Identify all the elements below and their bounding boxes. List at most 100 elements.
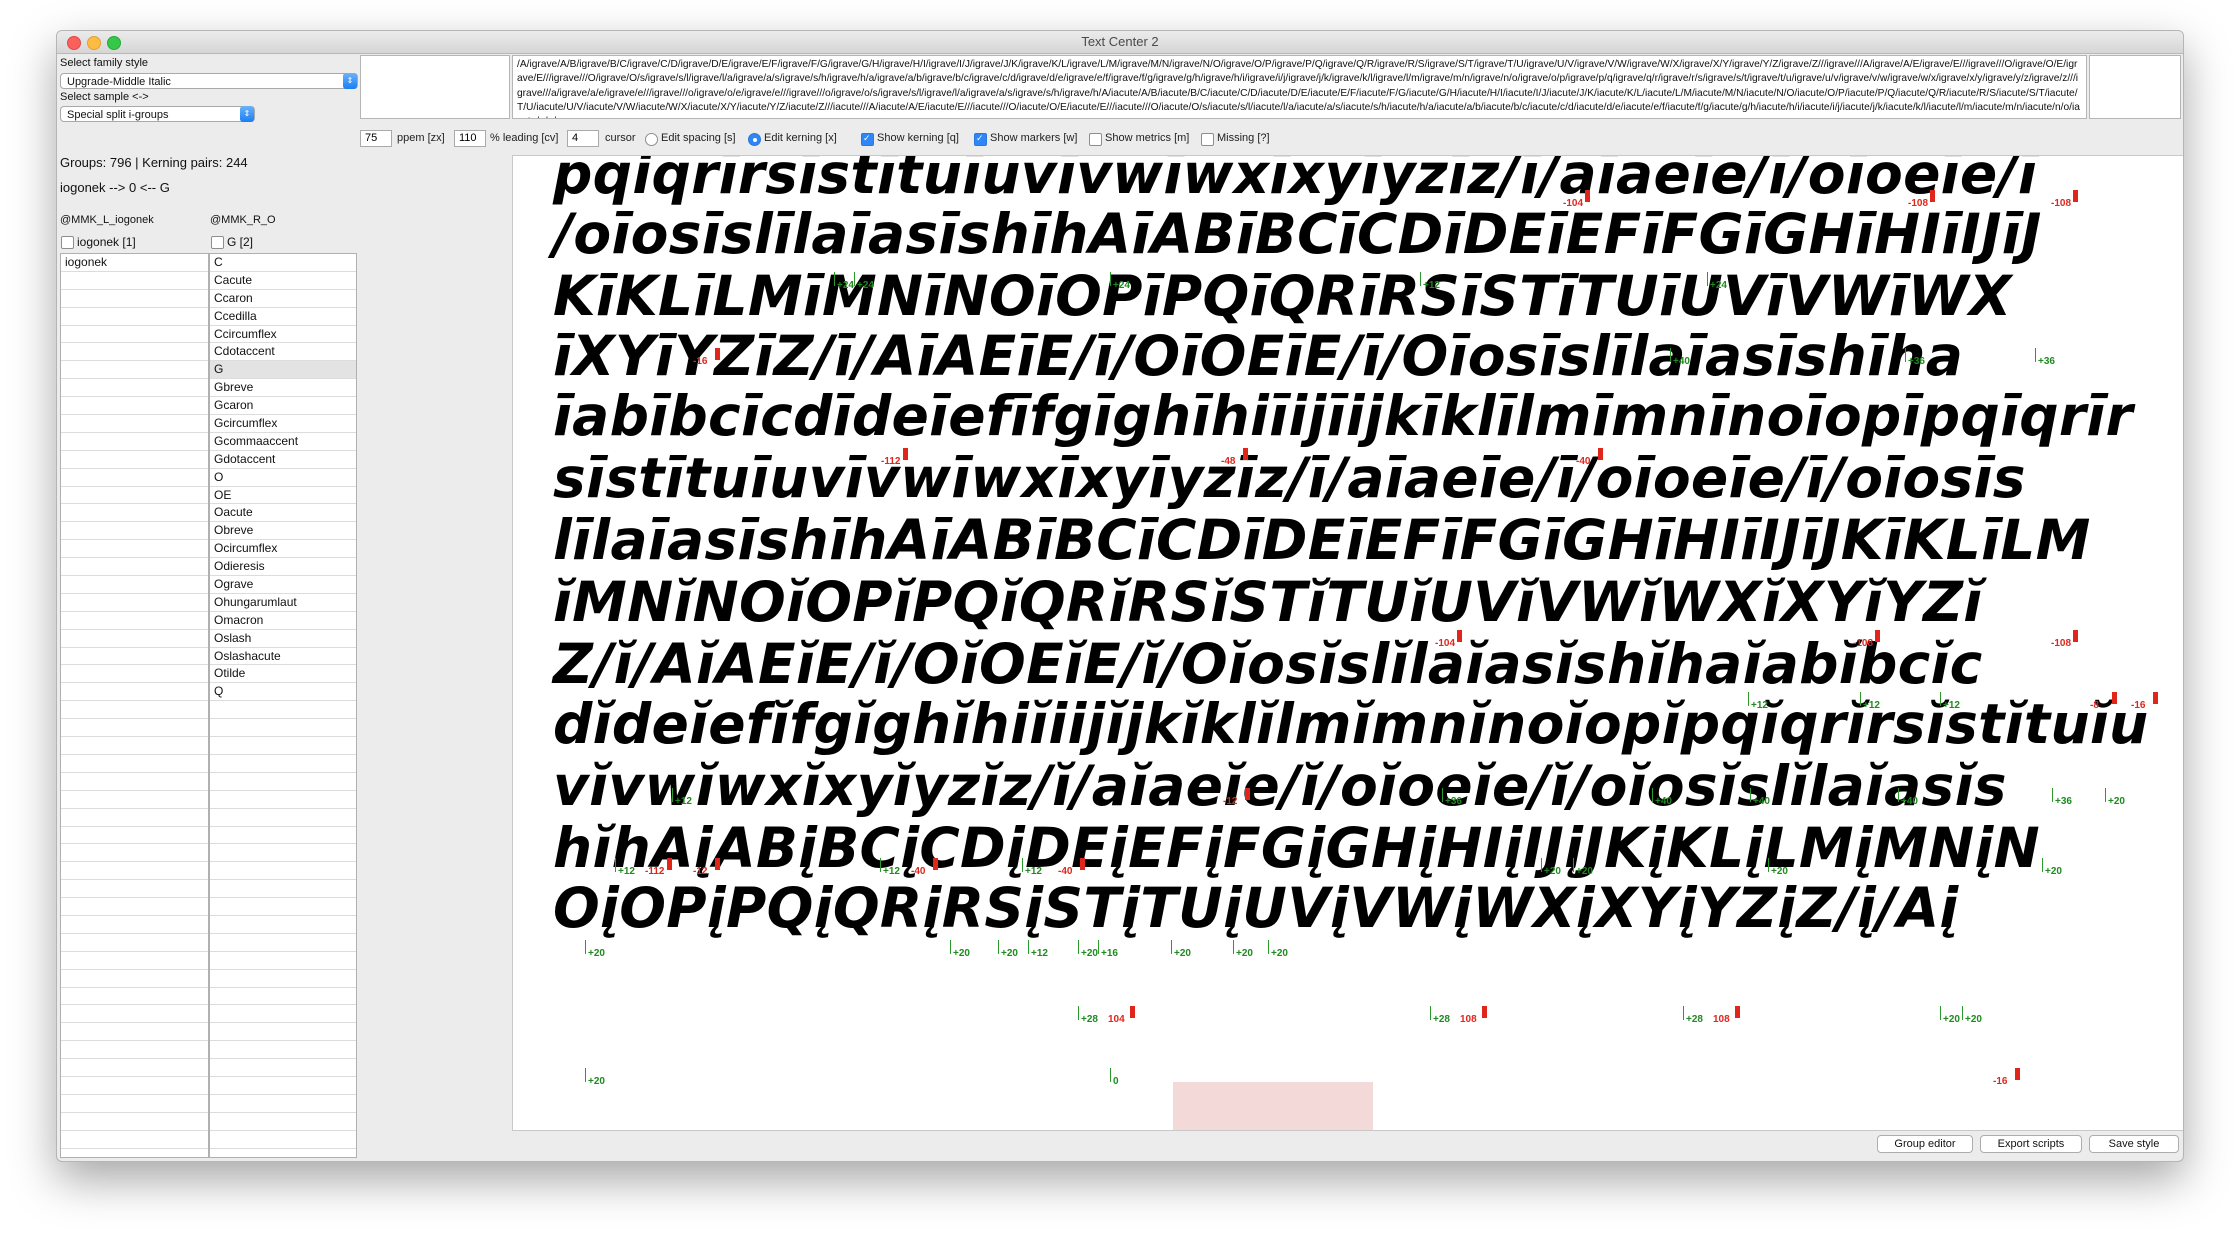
left-list-item[interactable] bbox=[61, 1077, 208, 1095]
left-list-item[interactable] bbox=[61, 773, 208, 791]
right-list-item[interactable]: Ccaron bbox=[210, 290, 356, 308]
right-list-item[interactable] bbox=[210, 916, 356, 934]
leading-input[interactable]: 110 bbox=[454, 130, 486, 147]
left-list-item[interactable] bbox=[61, 1059, 208, 1077]
right-context-field[interactable] bbox=[2089, 55, 2181, 119]
left-list-item[interactable] bbox=[61, 308, 208, 326]
right-list-item[interactable] bbox=[210, 719, 356, 738]
right-list-item[interactable] bbox=[210, 1041, 356, 1060]
left-list-item[interactable] bbox=[61, 326, 208, 344]
right-list-item[interactable]: Obreve bbox=[210, 522, 356, 541]
right-list-item[interactable] bbox=[210, 1059, 356, 1077]
left-list-item[interactable] bbox=[61, 397, 208, 416]
right-list-item[interactable]: Gdotaccent bbox=[210, 451, 356, 469]
edit-spacing-radio[interactable] bbox=[645, 133, 658, 146]
left-list-item[interactable] bbox=[61, 1005, 208, 1024]
left-list-item[interactable] bbox=[61, 934, 208, 952]
left-list-item[interactable] bbox=[61, 433, 208, 451]
left-list-item[interactable] bbox=[61, 648, 208, 666]
left-list-item[interactable] bbox=[61, 504, 208, 523]
left-list-item[interactable] bbox=[61, 952, 208, 970]
right-list-item[interactable] bbox=[210, 773, 356, 791]
right-list-item[interactable] bbox=[210, 737, 356, 755]
missing-checkbox[interactable] bbox=[1201, 133, 1214, 146]
right-list-item[interactable] bbox=[210, 809, 356, 827]
right-list-item[interactable]: Ograve bbox=[210, 576, 356, 594]
right-list-item[interactable]: Gbreve bbox=[210, 379, 356, 398]
group-editor-button[interactable]: Group editor bbox=[1877, 1135, 1973, 1153]
right-list-item[interactable]: Oacute bbox=[210, 504, 356, 523]
right-list-item[interactable]: Gcaron bbox=[210, 397, 356, 416]
left-context-field[interactable] bbox=[360, 55, 510, 119]
left-list-item[interactable] bbox=[61, 1041, 208, 1060]
left-list-item[interactable] bbox=[61, 683, 208, 702]
left-list-item[interactable] bbox=[61, 1113, 208, 1131]
right-list-item[interactable] bbox=[210, 755, 356, 773]
left-list-item[interactable] bbox=[61, 755, 208, 773]
left-list-item[interactable] bbox=[61, 880, 208, 899]
right-list-item[interactable]: Ccircumflex bbox=[210, 326, 356, 344]
export-scripts-button[interactable]: Export scripts bbox=[1980, 1135, 2082, 1153]
left-list-item[interactable] bbox=[61, 898, 208, 916]
left-list-item[interactable] bbox=[61, 701, 208, 720]
right-list-item[interactable]: Otilde bbox=[210, 665, 356, 684]
edit-kerning-radio[interactable] bbox=[748, 133, 761, 146]
right-list-item[interactable]: Gcircumflex bbox=[210, 415, 356, 433]
left-list-item[interactable] bbox=[61, 1095, 208, 1113]
right-list-item[interactable]: Cdotaccent bbox=[210, 343, 356, 362]
right-list-item[interactable]: Oslash bbox=[210, 630, 356, 648]
right-list-item[interactable] bbox=[210, 1023, 356, 1042]
left-list-item[interactable]: iogonek bbox=[61, 254, 208, 272]
left-list-item[interactable] bbox=[61, 988, 208, 1006]
left-list-item[interactable] bbox=[61, 844, 208, 863]
right-list-item[interactable] bbox=[210, 862, 356, 881]
right-list-item[interactable]: Q bbox=[210, 683, 356, 702]
right-list-item[interactable]: OE bbox=[210, 487, 356, 505]
left-list-item[interactable] bbox=[61, 1023, 208, 1042]
right-list-item[interactable]: Ohungarumlaut bbox=[210, 594, 356, 612]
show-metrics-checkbox[interactable] bbox=[1089, 133, 1102, 146]
left-list-item[interactable] bbox=[61, 522, 208, 541]
save-style-button[interactable]: Save style bbox=[2089, 1135, 2179, 1153]
left-list-item[interactable] bbox=[61, 1131, 208, 1149]
right-list-item[interactable]: Ocircumflex bbox=[210, 540, 356, 559]
right-list-item[interactable] bbox=[210, 1095, 356, 1113]
right-group-checkbox[interactable] bbox=[211, 236, 224, 249]
left-list-item[interactable] bbox=[61, 415, 208, 433]
left-list-item[interactable] bbox=[61, 737, 208, 755]
left-list-item[interactable] bbox=[61, 576, 208, 594]
left-list-item[interactable] bbox=[61, 862, 208, 881]
right-list-item[interactable] bbox=[210, 988, 356, 1006]
left-list-item[interactable] bbox=[61, 970, 208, 988]
left-group-checkbox[interactable] bbox=[61, 236, 74, 249]
right-list-item[interactable] bbox=[210, 701, 356, 720]
right-list-item[interactable] bbox=[210, 1131, 356, 1149]
left-list-item[interactable] bbox=[61, 558, 208, 577]
right-list-item[interactable] bbox=[210, 970, 356, 988]
right-list-item[interactable] bbox=[210, 844, 356, 863]
left-list-item[interactable] bbox=[61, 916, 208, 934]
family-style-select[interactable]: Upgrade-Middle Italic ⇕ bbox=[60, 73, 358, 89]
right-list-item[interactable]: Oslashacute bbox=[210, 648, 356, 666]
right-list-item[interactable]: Omacron bbox=[210, 612, 356, 630]
right-list-item[interactable] bbox=[210, 880, 356, 899]
right-list-item[interactable] bbox=[210, 934, 356, 952]
left-list-item[interactable] bbox=[61, 361, 208, 380]
left-list-item[interactable] bbox=[61, 379, 208, 398]
sample-select[interactable]: Special split i-groups ⇕ bbox=[60, 106, 255, 122]
left-list-item[interactable] bbox=[61, 290, 208, 308]
right-list-item[interactable]: C bbox=[210, 254, 356, 272]
left-list-item[interactable] bbox=[61, 612, 208, 630]
left-list-item[interactable] bbox=[61, 719, 208, 738]
left-list-item[interactable] bbox=[61, 487, 208, 505]
left-list-item[interactable] bbox=[61, 451, 208, 469]
right-list-item[interactable]: Gcommaaccent bbox=[210, 433, 356, 451]
right-list-item[interactable]: G bbox=[210, 361, 356, 380]
right-list-item[interactable] bbox=[210, 1005, 356, 1024]
right-group-list[interactable]: C Cacute Ccaron Ccedilla Ccircumflex Cdotacce… bbox=[209, 253, 357, 1158]
left-list-item[interactable] bbox=[61, 791, 208, 809]
right-list-item[interactable]: Odieresis bbox=[210, 558, 356, 577]
left-list-item[interactable] bbox=[61, 272, 208, 290]
left-list-item[interactable] bbox=[61, 827, 208, 845]
kerning-preview-canvas[interactable]: pqiqrīrsīstītuīuvīvwīwxīxyīyzīz/ī/aīaeīe… bbox=[512, 155, 2183, 1131]
